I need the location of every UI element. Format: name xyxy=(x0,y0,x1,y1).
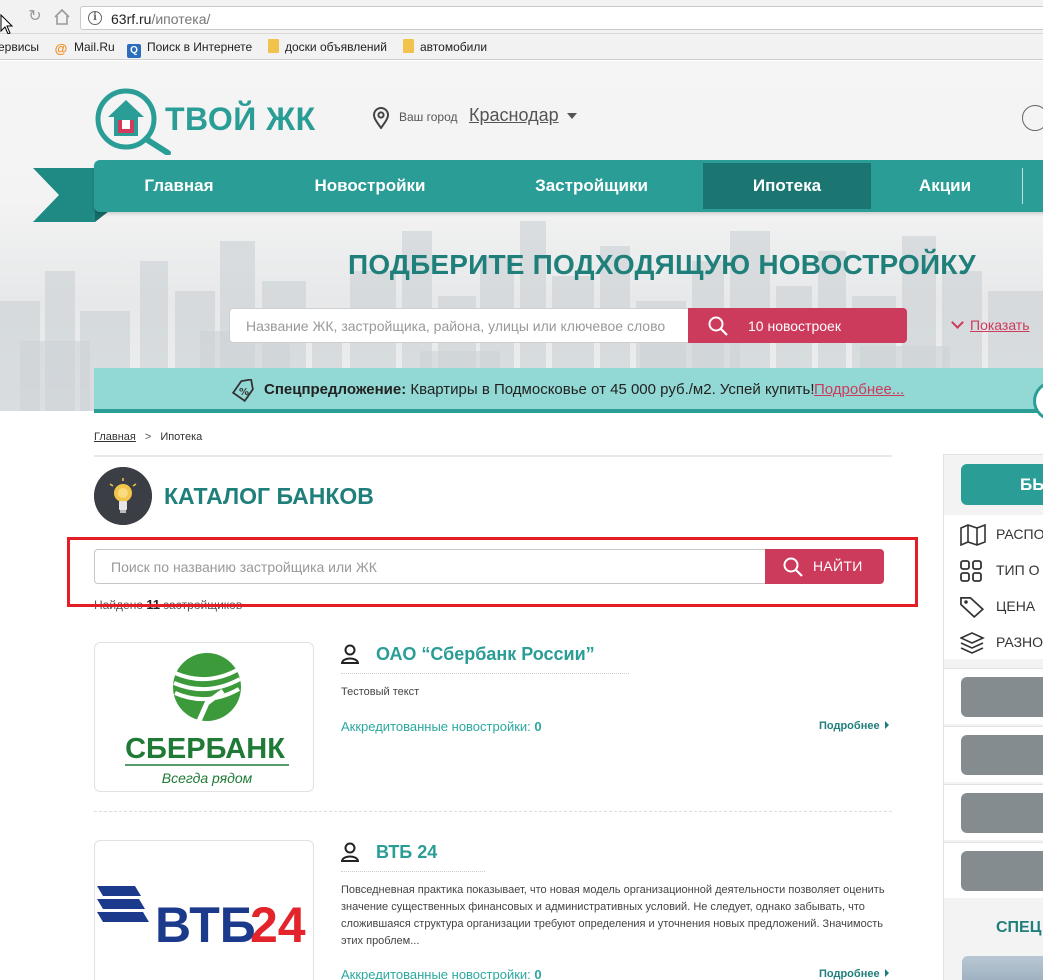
site-logo-icon[interactable] xyxy=(94,87,174,155)
svg-text:%: % xyxy=(239,387,249,398)
discount-tag-icon: % xyxy=(231,379,254,403)
lock-icon[interactable] xyxy=(1022,105,1043,131)
quick-search-button[interactable]: БЫ xyxy=(961,464,1043,505)
promo-text: Спецпредложение: Квартиры в Подмосковье … xyxy=(264,381,815,398)
bank-name-link[interactable]: ОАО “Сбербанк России” xyxy=(376,644,595,665)
filter-price[interactable]: ЦЕНА xyxy=(944,587,1043,623)
bank-description: Тестовый текст xyxy=(341,686,420,698)
sidebar-option[interactable] xyxy=(944,668,1043,724)
breadcrumb-current: Ипотека xyxy=(160,431,203,443)
person-icon xyxy=(341,842,359,862)
nav-divider xyxy=(1022,168,1023,204)
sidebar-option-pill[interactable] xyxy=(961,793,1043,833)
divider xyxy=(341,673,629,674)
folder-icon xyxy=(403,39,414,53)
svg-text:24: 24 xyxy=(250,897,306,953)
grid-icon xyxy=(960,560,982,582)
accredited-count: Аккредитованные новостройки: 0 xyxy=(341,719,542,734)
site-info-icon[interactable]: i xyxy=(88,11,102,25)
location-pin-icon xyxy=(372,107,390,129)
page: ТВОЙ ЖК Ваш город Краснодар Главная Ново… xyxy=(0,61,1043,980)
sberbank-logo[interactable]: СБЕРБАНК Всегда рядом xyxy=(94,642,314,792)
vtb24-logo-icon: ВТБ 24 xyxy=(97,886,306,953)
breadcrumb: Главная > Ипотека xyxy=(94,431,203,443)
sidebar-option-pill[interactable] xyxy=(961,851,1043,891)
promo-more-link[interactable]: Подробнее... xyxy=(814,381,904,398)
nav-item-promotions[interactable]: Акции xyxy=(900,160,990,212)
address-bar[interactable]: i 63rf.ru/ипотека/ xyxy=(80,6,1043,30)
mailru-icon: @ xyxy=(54,41,68,56)
page-title: КАТАЛОГ БАНКОВ xyxy=(164,483,374,509)
caret-right-icon xyxy=(884,721,889,729)
hero-search-button-label: 10 новостроек xyxy=(748,318,841,334)
search-icon: Q xyxy=(127,44,141,58)
nav-item-new-buildings[interactable]: Новостройки xyxy=(294,160,446,212)
bookmark-search[interactable]: Q Поиск в Интернете xyxy=(127,39,252,58)
sidebar-option-pill[interactable] xyxy=(961,735,1043,775)
chevron-down-icon[interactable] xyxy=(567,113,577,119)
bank-more-link[interactable]: Подробнее xyxy=(819,968,889,980)
chevron-down-icon xyxy=(951,316,964,329)
highlight-frame xyxy=(67,537,918,607)
bank-description: Повседневная практика показывает, что но… xyxy=(341,884,885,947)
svg-text:СБЕРБАНК: СБЕРБАНК xyxy=(125,733,285,765)
filter-location[interactable]: РАСПО xyxy=(944,515,1043,551)
reload-icon[interactable]: ↻ xyxy=(26,8,44,26)
city-selector[interactable]: Краснодар xyxy=(469,105,559,126)
person-icon xyxy=(341,644,359,664)
promo-banner: % Спецпредложение: Квартиры в Подмосковь… xyxy=(94,368,1043,413)
city-label: Ваш город xyxy=(399,110,458,124)
bank-name-link[interactable]: ВТБ 24 xyxy=(376,842,437,863)
divider xyxy=(94,811,892,812)
bookmark-cars[interactable]: автомобили xyxy=(403,39,487,55)
special-offer-image[interactable] xyxy=(962,956,1043,980)
hero-title: ПОДБЕРИТЕ ПОДХОДЯЩУЮ НОВОСТРОЙКУ xyxy=(348,249,976,280)
mouse-cursor-icon xyxy=(0,14,14,35)
nav-item-home[interactable]: Главная xyxy=(124,160,234,212)
bank-more-link[interactable]: Подробнее xyxy=(819,720,889,732)
breadcrumb-home-link[interactable]: Главная xyxy=(94,431,136,443)
folder-icon xyxy=(268,39,279,53)
sidebar-option[interactable] xyxy=(944,784,1043,840)
sberbank-logo-icon: СБЕРБАНК Всегда рядом xyxy=(125,653,289,786)
url-text: 63rf.ru/ипотека/ xyxy=(111,11,211,27)
search-icon xyxy=(708,316,728,336)
sidebar-option[interactable] xyxy=(944,726,1043,782)
hero-search-input[interactable] xyxy=(230,309,688,342)
bookmark-boards[interactable]: доски объявлений xyxy=(268,39,387,55)
hero-search-field[interactable] xyxy=(229,308,688,343)
show-map-link[interactable]: Показать xyxy=(951,316,1030,333)
price-tag-icon xyxy=(960,597,985,618)
main-navigation: Главная Новостройки Застройщики Ипотека … xyxy=(94,160,1043,212)
map-icon xyxy=(960,524,986,546)
filter-type[interactable]: ТИП О xyxy=(944,551,1043,587)
special-offers-heading: СПЕЦ xyxy=(996,919,1042,936)
layers-icon xyxy=(960,632,985,654)
svg-text:ВТБ: ВТБ xyxy=(155,897,256,953)
bookmarks-bar: ервисы @ Mail.Ru Q Поиск в Интернете доски… xyxy=(0,34,1043,60)
divider xyxy=(94,455,892,457)
logo-text[interactable]: ТВОЙ ЖК xyxy=(165,101,316,138)
filter-misc[interactable]: РАЗНО xyxy=(944,623,1043,659)
sidebar-option[interactable] xyxy=(944,842,1043,898)
nav-item-developers[interactable]: Застройщики xyxy=(514,160,669,212)
home-icon[interactable] xyxy=(53,8,71,26)
accredited-count: Аккредитованные новостройки: 0 xyxy=(341,967,542,980)
bookmark-services[interactable]: ервисы xyxy=(0,39,39,55)
sidebar-option-pill[interactable] xyxy=(961,677,1043,717)
hero-search-button[interactable]: 10 новостроек xyxy=(688,308,907,343)
lightbulb-icon xyxy=(94,467,152,525)
vtb24-logo[interactable]: ВТБ 24 xyxy=(94,840,314,980)
browser-toolbar: ↻ i 63rf.ru/ипотека/ xyxy=(0,0,1043,34)
caret-right-icon xyxy=(884,969,889,977)
bookmark-mailru[interactable]: @ Mail.Ru xyxy=(54,39,115,56)
nav-item-mortgage[interactable]: Ипотека xyxy=(703,163,871,209)
svg-text:Всегда рядом: Всегда рядом xyxy=(162,770,253,786)
divider xyxy=(341,871,485,872)
